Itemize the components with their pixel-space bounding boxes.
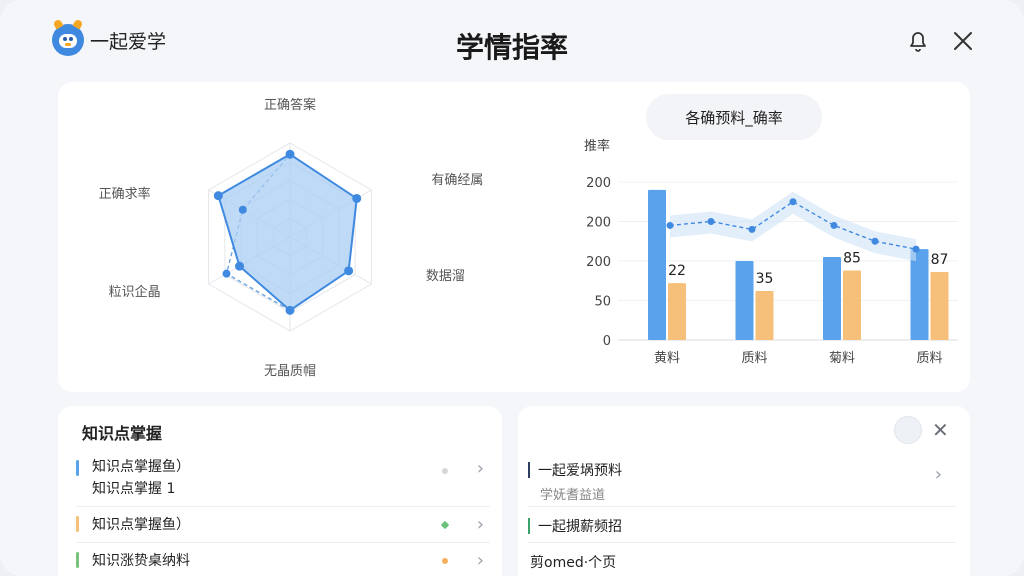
smiley-icon (894, 416, 922, 444)
notification-bell-icon[interactable] (905, 28, 931, 54)
radar-point (352, 193, 362, 203)
radar-chart: 正确答案有确经属数据溜无晶质帽 粒识企晶 正确求率 (99, 97, 484, 379)
bar-chart: 推率 200 200 200 50 0 22 黄料 35 质料 85 菊料 87 质料 (584, 138, 958, 366)
y-tick-label: 200 (586, 255, 611, 270)
item-color-bar (528, 462, 530, 478)
radar-compare-point (222, 269, 231, 278)
item-label: 一起爱埚预料 (538, 463, 622, 479)
item-color-bar (76, 516, 79, 532)
data-label: 87 (931, 252, 949, 268)
trend-point (830, 221, 838, 229)
chevron-right-icon[interactable]: › (477, 458, 484, 479)
y-tick-label: 200 (586, 216, 611, 231)
radar-compare-point (238, 205, 247, 214)
data-label: 35 (756, 271, 774, 287)
trend-point (707, 218, 715, 225)
item-label: 知识点掌握鱼） (92, 517, 190, 533)
knowledge-item[interactable]: 知识涨贽桌纳料 › (76, 544, 490, 576)
radar-axis-label: 正确答案 (264, 97, 316, 113)
radar-point (235, 261, 245, 271)
bar-series-2 (843, 270, 861, 340)
bar-series-1 (823, 257, 841, 340)
x-tick-label: 菊料 (829, 351, 855, 366)
trend-point (748, 225, 756, 233)
status-dot (442, 468, 448, 474)
radar-point (213, 191, 223, 201)
status-dot (442, 558, 448, 564)
radar-area (217, 153, 358, 312)
page-title: 学情指率 (455, 31, 568, 64)
item-color-bar (76, 552, 79, 568)
radar-axis-label: 正确求率 (99, 186, 151, 202)
item-color-bar (76, 460, 79, 476)
radar-axis-label: 粒识企晶 (109, 284, 161, 300)
recommend-card: ✕ 一起爱埚预料 学妩耆益道 › 一起摫薪频招 剪omed·个页 (518, 406, 970, 576)
x-tick-label: 黄料 (654, 351, 680, 366)
radar-point (344, 266, 354, 276)
radar-axis-label: 有确经属 (431, 173, 483, 188)
data-label: 22 (668, 263, 686, 279)
bar-series-2 (930, 272, 949, 340)
radar-axis-label: 数据溜 (426, 269, 465, 284)
bar-series-1 (735, 261, 754, 340)
item-label: 一起摫薪频招 (538, 519, 622, 535)
radar-axis-label: 无晶质帽 (264, 363, 316, 379)
data-label: 85 (843, 250, 861, 266)
chevron-right-icon[interactable]: › (935, 464, 942, 485)
status-dot (440, 520, 450, 530)
recommend-item[interactable]: 一起摫薪频招 (528, 510, 956, 543)
close-icon[interactable] (950, 28, 976, 54)
bar-series-1 (648, 189, 666, 340)
close-icon[interactable]: ✕ (932, 418, 949, 442)
chevron-right-icon[interactable]: › (477, 514, 484, 535)
bar-series-1 (910, 249, 929, 340)
y-tick-label: 0 (603, 334, 611, 349)
trend-point (789, 198, 797, 206)
trend-point (912, 245, 920, 253)
knowledge-item[interactable]: 知识点掌握鱼） › (76, 508, 490, 543)
recommend-item[interactable]: 一起爱埚预料 学妩耆益道 › (528, 456, 956, 507)
charts-card: 正确答案 有确经属 数据溜 无晶质帽 粒识企晶 正确求率 各确预料_确率 推率 200 200… (58, 82, 970, 392)
chevron-right-icon[interactable]: › (477, 550, 484, 571)
trend-point (666, 221, 674, 229)
recommend-item[interactable]: 剪omed·个页 (528, 546, 956, 576)
item-label: 知识点掌握鱼） (92, 459, 190, 475)
y-tick-label: 200 (586, 176, 611, 191)
item-label: 知识涨贽桌纳料 (92, 553, 190, 569)
x-tick-label: 质料 (741, 351, 767, 366)
header: 一起爱学 学情指率 (0, 0, 1024, 82)
knowledge-item[interactable]: 知识点掌握鱼） 知识点掌握 1 › (76, 454, 490, 507)
y-tick-label: 50 (594, 295, 611, 310)
item-sublabel: 知识点掌握 1 (92, 481, 176, 497)
radar-point (285, 149, 295, 159)
bar-series-2 (668, 283, 686, 340)
trend-point (871, 237, 879, 245)
knowledge-card: 知识点掌握 知识点掌握鱼） 知识点掌握 1 › 知识点掌握鱼） › 知识涨贽桌纳… (58, 406, 502, 576)
item-sublabel: 学妩耆益道 (540, 488, 606, 503)
item-color-bar (528, 518, 530, 534)
app-window: 一起爱学 学情指率 正确答案 有确经属 数据溜 无晶质帽 粒识企晶 正确求率 各确预料_确… (0, 0, 1024, 576)
item-label: 剪omed·个页 (530, 555, 617, 571)
radar-point (285, 305, 295, 315)
bar-series-2 (755, 291, 774, 340)
knowledge-title: 知识点掌握 (82, 424, 163, 443)
y-axis-label: 推率 (584, 138, 610, 154)
x-tick-label: 质料 (916, 351, 942, 366)
